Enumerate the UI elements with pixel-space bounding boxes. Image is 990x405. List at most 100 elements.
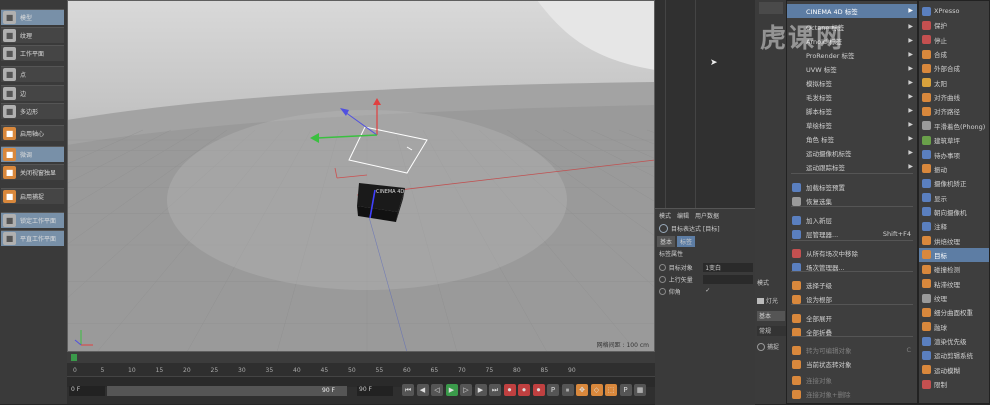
attr-tab[interactable]: 用户数据 xyxy=(695,211,719,220)
submenu-item[interactable]: 太阳 xyxy=(919,76,989,90)
play-icon[interactable]: ▶ xyxy=(445,384,458,396)
attr-radio-icon[interactable] xyxy=(659,287,666,295)
menu-item[interactable]: 运动跟踪标签 ▶ xyxy=(787,160,917,174)
palette-button-5[interactable]: ■ 多边形 xyxy=(1,103,64,119)
keyframe-icon[interactable]: ⏺ xyxy=(532,384,545,396)
submenu-item[interactable]: 合成 xyxy=(919,47,989,61)
attr-radio-icon[interactable] xyxy=(659,263,666,271)
start-frame-field[interactable]: 0 F xyxy=(69,386,105,396)
scale-key-icon[interactable]: ⬚ xyxy=(605,384,617,396)
first-frame-icon[interactable]: ⏮ xyxy=(402,384,414,396)
next-frame-icon[interactable]: ▷ xyxy=(460,384,472,396)
submenu-item[interactable]: 外部合成 xyxy=(919,61,989,75)
submenu-item[interactable]: 渲染优先级 xyxy=(919,334,989,348)
menu-item[interactable]: 从所有场次中移除 xyxy=(787,246,917,260)
palette-button-7[interactable]: ■ 微调 xyxy=(1,146,64,162)
submenu-item[interactable]: 振动 xyxy=(919,162,989,176)
menu-item[interactable]: 运动摄像机标签 ▶ xyxy=(787,146,917,160)
palette-button-11[interactable]: ■ 平直工作平面 xyxy=(1,230,64,246)
submenu-item[interactable]: 运动剪辑系统 xyxy=(919,348,989,362)
record-icon[interactable]: ⏺ xyxy=(503,384,516,396)
submenu-item[interactable]: 烘焙纹理 xyxy=(919,234,989,248)
prev-frame-icon[interactable]: ◁ xyxy=(431,384,443,396)
attr-subtab[interactable]: 标签 xyxy=(677,236,696,247)
palette-button-9[interactable]: ■ 启用捕捉 xyxy=(1,188,64,204)
submenu-item[interactable]: 碰撞检测 xyxy=(919,262,989,276)
submenu-item-label: 运动模糊 xyxy=(934,366,960,375)
submenu-item[interactable]: 对齐曲线 xyxy=(919,90,989,104)
prev-key-icon[interactable]: ◀ xyxy=(416,384,429,396)
attr-value[interactable]: ✓ xyxy=(703,287,753,296)
menu-item[interactable]: 层管理器... Shift+F4 xyxy=(787,227,917,241)
param-key-icon[interactable]: P xyxy=(619,384,632,396)
submenu-item[interactable]: 细分曲面权重 xyxy=(919,305,989,319)
attr-tab[interactable]: 模式 xyxy=(659,211,671,220)
submenu-item[interactable]: 平滑着色(Phong) xyxy=(919,119,989,133)
submenu-item[interactable]: 停止 xyxy=(919,33,989,47)
frame-range-slider[interactable] xyxy=(107,386,347,396)
menu-item[interactable]: CINEMA 4D 标签 ▶ xyxy=(787,4,917,18)
submenu-item[interactable]: 摄像机矫正 xyxy=(919,176,989,190)
menu-item[interactable]: 加载标签预置 xyxy=(787,180,917,194)
submenu-item[interactable]: 注释 xyxy=(919,219,989,233)
end-frame-field[interactable]: 90 F xyxy=(357,386,393,396)
palette-button-0[interactable]: ■ 模型 xyxy=(1,9,64,25)
submenu-item[interactable]: 朝向摄像机 xyxy=(919,205,989,219)
menu-item[interactable]: 毛发标签 ▶ xyxy=(787,90,917,104)
menu-item[interactable]: 脚本标签 ▶ xyxy=(787,104,917,118)
menu-item-label: CINEMA 4D 标签 xyxy=(806,8,858,16)
timeline[interactable]: 0 5 10 15 20 25 30 35 40 45 50 55 60 65 70 75 80 85 90 0 F… xyxy=(67,352,655,404)
next-key-icon[interactable]: ▶ xyxy=(474,384,487,396)
timeline-ruler[interactable] xyxy=(67,352,655,363)
submenu-item[interactable]: 保护 xyxy=(919,18,989,32)
timeline-tick: 10 xyxy=(128,367,136,374)
menu-item[interactable]: 转为可编辑对象 C xyxy=(787,343,917,357)
menu-item[interactable]: 连接对象 xyxy=(787,373,917,387)
menu-item[interactable]: UVW 标签 ▶ xyxy=(787,62,917,76)
move-key-icon[interactable]: ✥ xyxy=(576,384,588,396)
radio-icon[interactable] xyxy=(757,342,765,351)
submenu-item[interactable]: 建筑草坪 xyxy=(919,133,989,147)
menu-item[interactable]: 草绘标签 ▶ xyxy=(787,118,917,132)
attr-value[interactable]: 1变白 xyxy=(703,262,753,272)
palette-button-4[interactable]: ■ 边 xyxy=(1,85,64,101)
pause-icon[interactable]: ⏸ xyxy=(561,384,574,396)
submenu-item[interactable]: XPresso xyxy=(919,4,989,18)
palette-button-10[interactable]: ■ 锁定工作平面 xyxy=(1,212,64,228)
menu-item[interactable]: 加入新层 xyxy=(787,213,917,227)
attr-tab[interactable]: 编辑 xyxy=(677,211,689,220)
attr-value[interactable] xyxy=(703,274,753,284)
menu-item[interactable]: 全部展开 xyxy=(787,311,917,325)
3d-viewport[interactable]: CINEMA 4D 网格间距 : 100 cm xyxy=(67,0,655,352)
auto-key-icon[interactable]: ⏺ xyxy=(518,384,530,396)
palette-button-1[interactable]: ■ 纹理 xyxy=(1,27,64,43)
menu-item[interactable]: 角色 标签 ▶ xyxy=(787,132,917,146)
submenu-item[interactable]: 待办事项 xyxy=(919,148,989,162)
submenu-item[interactable]: 目标 xyxy=(919,247,989,262)
menu-item[interactable]: 当前状态转对象 xyxy=(787,357,917,371)
submenu-item[interactable]: 显示 xyxy=(919,191,989,205)
mode-tab[interactable]: 模式 xyxy=(757,280,769,287)
submenu-item[interactable]: 限制 xyxy=(919,377,989,391)
palette-button-8[interactable]: ■ 关闭视窗独显 xyxy=(1,164,64,180)
submenu-item[interactable]: 纹理 xyxy=(919,291,989,305)
menu-item[interactable]: 选择子级 xyxy=(787,278,917,292)
attr-radio-icon[interactable] xyxy=(659,275,666,283)
playhead[interactable] xyxy=(71,354,77,361)
palette-button-2[interactable]: ■ 工作平面 xyxy=(1,45,64,61)
submenu-item[interactable]: 对齐路径 xyxy=(919,104,989,118)
submenu-item-label: 外部合成 xyxy=(934,65,960,74)
submenu-item[interactable]: 粘滞纹理 xyxy=(919,277,989,291)
last-frame-icon[interactable]: ⏭ xyxy=(489,384,501,396)
submenu-item[interactable]: 运动模糊 xyxy=(919,363,989,377)
attr-subtab[interactable]: 基本 xyxy=(657,236,676,247)
timeline-window-icon[interactable]: ▦ xyxy=(634,384,646,396)
rotate-key-icon[interactable]: ◇ xyxy=(590,384,603,396)
palette-button-3[interactable]: ■ 点 xyxy=(1,66,64,82)
palette-button-6[interactable]: ■ 启用轴心 xyxy=(1,125,64,141)
position-key-icon[interactable]: P xyxy=(547,384,559,396)
submenu-item[interactable]: 融球 xyxy=(919,320,989,334)
menu-item[interactable]: 连接对象+删除 xyxy=(787,387,917,401)
basic-tab[interactable]: 基本 xyxy=(757,313,771,320)
menu-item[interactable]: 模拟标签 ▶ xyxy=(787,76,917,90)
